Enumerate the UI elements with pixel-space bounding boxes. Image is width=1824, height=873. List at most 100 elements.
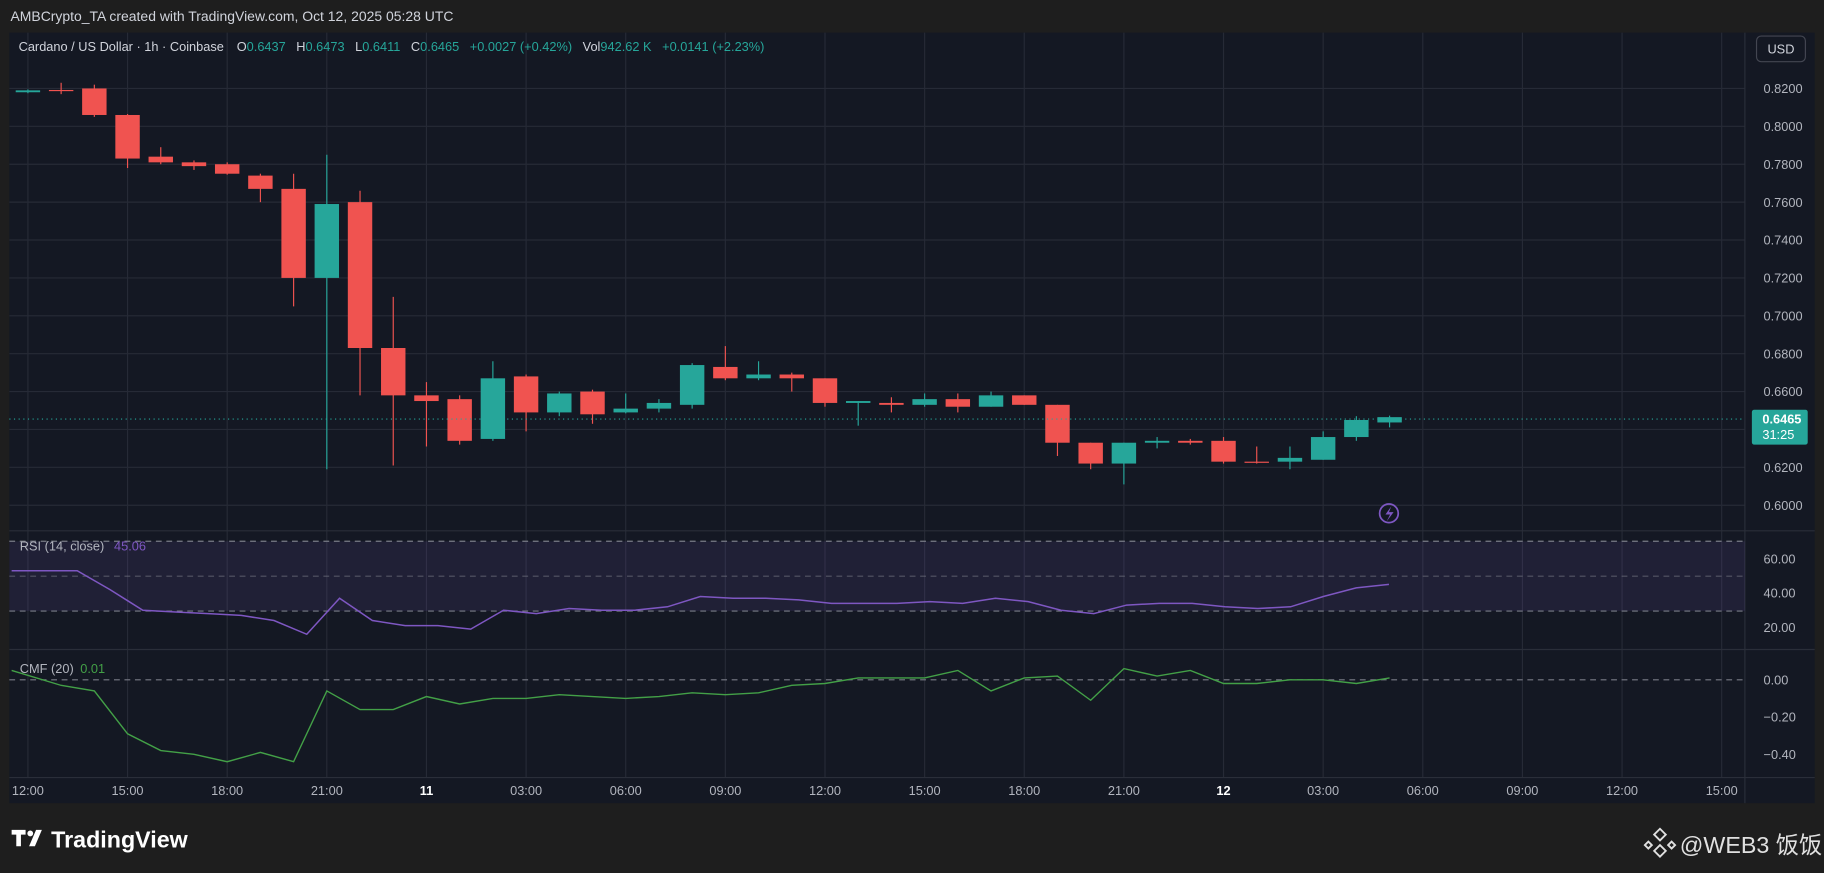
price-tick: 0.6800 — [1764, 346, 1803, 361]
time-tick: 21:00 — [1108, 783, 1140, 798]
bar-countdown: 31:25 — [1762, 427, 1794, 442]
candle-body — [1211, 440, 1236, 462]
price-tick: 0.7400 — [1764, 233, 1803, 248]
candle-body — [1244, 461, 1269, 463]
candle-body — [1144, 440, 1170, 443]
price-tick: 0.8000 — [1764, 119, 1803, 134]
price-tick: 0.7000 — [1764, 308, 1803, 323]
time-tick: 06:00 — [610, 783, 642, 798]
time-tick: 09:00 — [709, 783, 741, 798]
time-tick: 09:00 — [1506, 783, 1538, 798]
candle-body — [912, 399, 937, 405]
candle-body — [945, 399, 971, 407]
chart-canvas[interactable]: AMBCrypto_TA created with TradingView.co… — [0, 0, 1824, 873]
candle-body — [1344, 419, 1369, 438]
symbol-legend: Cardano / US Dollar · 1h · Coinbase O0.6… — [19, 39, 765, 54]
rsi-tick: 60.00 — [1764, 551, 1796, 566]
candle-body — [1310, 437, 1336, 460]
candle-body — [812, 378, 838, 403]
currency-label[interactable]: USD — [1767, 42, 1794, 57]
rsi-label[interactable]: RSI (14, close) — [20, 539, 105, 554]
candle-body — [513, 376, 539, 413]
price-tick: 0.8200 — [1764, 81, 1803, 96]
candle-body — [480, 378, 506, 439]
time-tick: 06:00 — [1407, 783, 1439, 798]
candle-body — [48, 89, 74, 92]
volume-value: 942.62 K — [600, 39, 652, 54]
candle-body — [779, 374, 804, 379]
candle-body — [646, 402, 672, 409]
header-caption: AMBCrypto_TA created with TradingView.co… — [10, 8, 453, 24]
time-tick: 12:00 — [12, 783, 44, 798]
candle-body — [15, 90, 41, 93]
open-value: 0.6437 — [247, 39, 286, 54]
time-tick: 21:00 — [311, 783, 343, 798]
last-price: 0.6465 — [1762, 412, 1801, 427]
low-label: L — [355, 39, 362, 54]
high-value: 0.6473 — [306, 39, 345, 54]
candle[interactable] — [447, 395, 472, 445]
candle-body — [1111, 442, 1137, 464]
price-tick: 0.6600 — [1764, 384, 1803, 399]
candle[interactable] — [82, 84, 107, 117]
candle-body — [679, 365, 705, 405]
candle-body — [879, 402, 904, 405]
cmf-tick: 0.00 — [1764, 672, 1789, 687]
candle-body — [281, 188, 306, 278]
high-label: H — [296, 39, 305, 54]
rsi-band — [9, 541, 1745, 612]
candle[interactable] — [679, 363, 705, 409]
candle[interactable] — [812, 378, 838, 407]
candle-body — [1277, 457, 1303, 462]
price-tick: 0.7800 — [1764, 157, 1803, 172]
candle-body — [978, 395, 1004, 407]
candle-body — [414, 395, 439, 402]
candle-body — [845, 401, 871, 403]
candle-body — [1045, 404, 1070, 443]
cmf-value: 0.01 — [80, 661, 105, 676]
low-value: 0.6411 — [362, 39, 400, 54]
candle-body — [214, 164, 240, 174]
time-tick: 18:00 — [1008, 783, 1040, 798]
cmf-tick: −0.40 — [1764, 747, 1796, 762]
time-tick: 03:00 — [1307, 783, 1339, 798]
close-label: C — [411, 39, 420, 54]
time-tick: 18:00 — [211, 783, 243, 798]
price-tick: 0.7600 — [1764, 195, 1803, 210]
change-value: +0.0027 (+0.42%) — [470, 39, 572, 54]
price-tick: 0.6000 — [1764, 498, 1803, 513]
cmf-tick: −0.20 — [1764, 710, 1796, 725]
candle-body — [1377, 417, 1402, 423]
time-tick: 03:00 — [510, 783, 542, 798]
chart-background — [9, 32, 1815, 804]
candle-body — [115, 114, 140, 159]
price-tick: 0.7200 — [1764, 271, 1803, 286]
candle-body — [547, 393, 572, 413]
time-tick: 11 — [420, 783, 434, 798]
currency-button[interactable]: USD — [1755, 35, 1806, 63]
open-label: O — [237, 39, 247, 54]
candle-body — [148, 156, 173, 163]
candle-body — [248, 175, 273, 189]
candle-body — [1178, 440, 1203, 443]
candle[interactable] — [1211, 437, 1236, 464]
candle-body — [713, 366, 738, 379]
candle-body — [447, 399, 472, 441]
time-tick: 12:00 — [1606, 783, 1638, 798]
price-tick: 0.6200 — [1764, 460, 1803, 475]
cmf-label[interactable]: CMF (20) — [20, 661, 74, 676]
candle-body — [181, 162, 207, 167]
rsi-tick: 40.00 — [1764, 586, 1796, 601]
candle-body — [580, 391, 605, 415]
volume-change: +0.0141 (+2.23%) — [662, 39, 764, 54]
candle-body — [613, 408, 638, 413]
symbol-name[interactable]: Cardano / US Dollar · 1h · Coinbase — [19, 39, 224, 54]
candle-body — [314, 204, 340, 278]
rsi-tick: 20.00 — [1764, 620, 1796, 635]
volume-label: Vol — [583, 39, 601, 54]
time-tick: 12 — [1216, 783, 1230, 798]
candle[interactable] — [1012, 395, 1037, 405]
time-tick: 15:00 — [1706, 783, 1738, 798]
candle-body — [746, 374, 771, 379]
rsi-value: 45.06 — [114, 539, 146, 554]
